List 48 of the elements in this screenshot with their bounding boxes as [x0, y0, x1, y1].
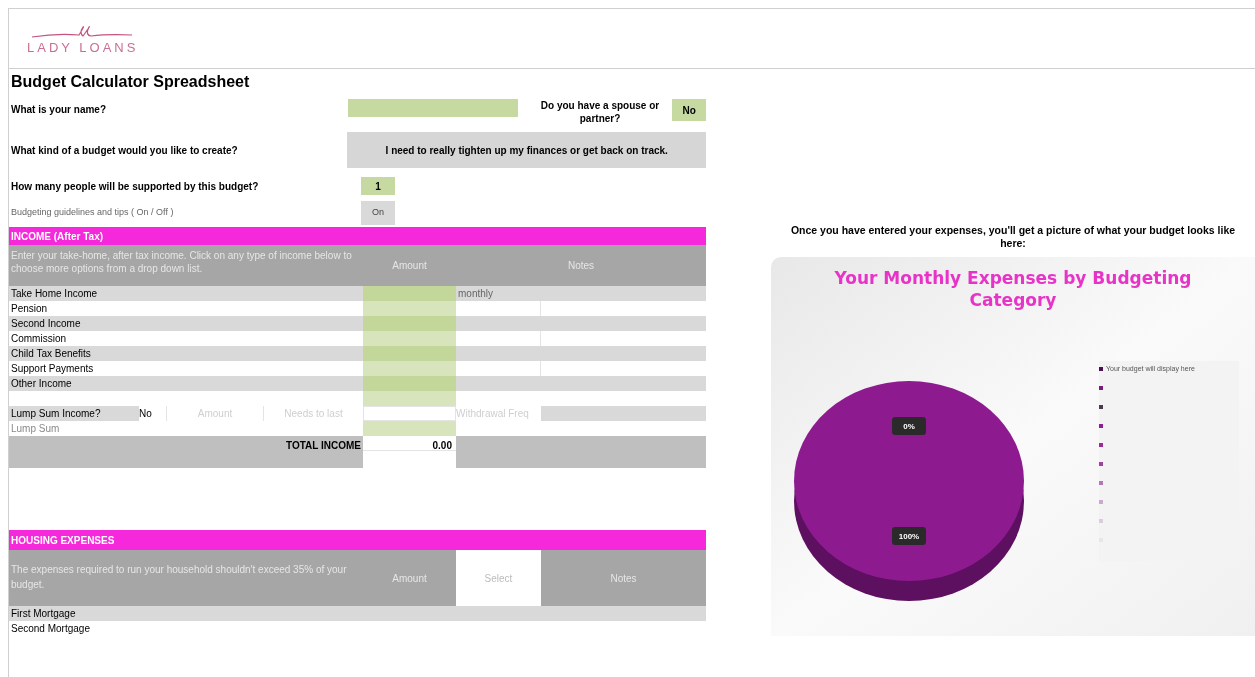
question-label: What kind of a budget would you like to create? — [10, 143, 239, 158]
total-label: TOTAL INCOME — [9, 436, 363, 468]
row-label: Second Income — [10, 317, 82, 331]
section-header: INCOME (After Tax) — [9, 227, 706, 245]
amount-field[interactable] — [363, 406, 456, 421]
tips-toggle-dropdown[interactable]: On — [361, 201, 395, 225]
amount-field[interactable] — [363, 316, 456, 331]
row-label: Lump Sum Income? — [10, 407, 102, 421]
amount-field[interactable] — [363, 391, 456, 406]
row-label: Support Payments — [10, 362, 95, 376]
amount-field[interactable] — [363, 421, 456, 436]
question-label: Budgeting guidelines and tips ( On / Off ) — [10, 206, 175, 220]
section-header: HOUSING EXPENSES — [9, 530, 706, 550]
logo-text: LADY LOANS — [27, 41, 139, 54]
row-label: Lump Sum — [10, 422, 61, 436]
chart-intro-text: Once you have entered your expenses, you'll get a picture of what your budget looks like here: — [789, 224, 1237, 251]
column-header: Notes — [566, 259, 596, 273]
data-label: 0% — [892, 417, 926, 435]
data-label: 100% — [898, 532, 920, 541]
row-label: Pension — [10, 302, 49, 316]
row-label: Second Mortgage — [10, 622, 91, 636]
column-header: Notes — [609, 571, 638, 586]
question-label: What is your name? — [10, 103, 107, 117]
data-label: 100% — [892, 527, 926, 545]
lump-sum-dropdown[interactable]: No — [139, 406, 166, 421]
chart-title: Your Monthly Expenses by Budgeting Category — [833, 267, 1193, 311]
amount-field[interactable] — [363, 376, 456, 391]
note-cell-text: monthly — [457, 287, 494, 301]
spouse-dropdown[interactable]: No — [672, 99, 706, 121]
amount-field[interactable] — [363, 286, 456, 301]
row-label: Other Income — [10, 377, 73, 391]
page-title: Budget Calculator Spreadsheet — [10, 72, 251, 92]
column-header: Amount — [391, 259, 428, 273]
row-label: Take Home Income — [10, 287, 99, 301]
question-label: How many people will be supported by this budget? — [10, 179, 260, 194]
people-count-field[interactable]: 1 — [361, 177, 395, 195]
row-label: First Mortgage — [10, 607, 77, 621]
amount-field[interactable] — [363, 331, 456, 346]
amount-field[interactable] — [363, 361, 456, 376]
section-description: The expenses required to run your household shouldn't exceed 35% of your budget. — [10, 563, 348, 592]
question-label: Do you have a spouse or partner? — [539, 99, 661, 125]
name-field[interactable] — [348, 99, 518, 117]
column-header: Amount — [391, 571, 428, 586]
budget-type-dropdown[interactable]: I need to really tighten up my finances or get back on track. — [347, 132, 706, 168]
row-label: Commission — [10, 332, 67, 346]
row-label: Child Tax Benefits — [10, 347, 92, 361]
amount-field[interactable] — [363, 301, 456, 316]
amount-field[interactable] — [363, 346, 456, 361]
